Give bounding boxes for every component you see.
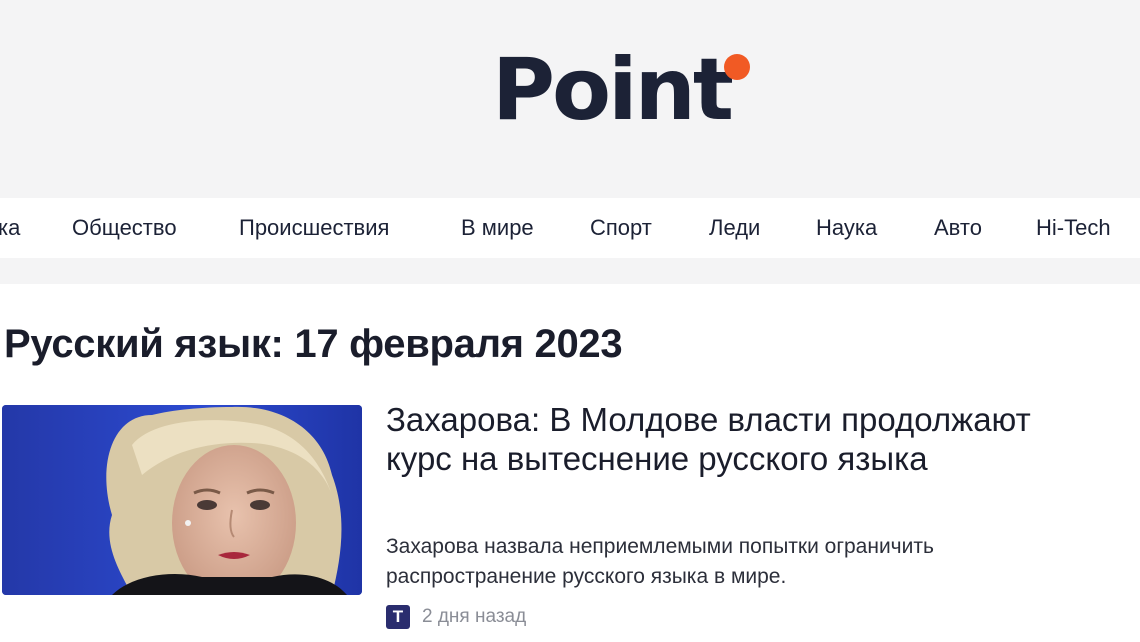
category-nav: ка Общество Происшествия В мире Спорт Ле… — [0, 198, 1140, 258]
logo-text: Point — [492, 40, 734, 140]
nav-item-sport[interactable]: Спорт — [590, 198, 652, 258]
article-image[interactable] — [2, 405, 362, 595]
nav-item-partial[interactable]: ка — [0, 198, 20, 258]
article-title[interactable]: Захарова: В Молдове власти продолжают ку… — [386, 400, 1046, 478]
site-header: Point — [0, 0, 1140, 198]
portrait-photo — [2, 405, 362, 595]
page-title: Русский язык: 17 февраля 2023 — [4, 322, 623, 366]
nav-divider — [0, 258, 1140, 284]
nav-item-science[interactable]: Наука — [816, 198, 877, 258]
nav-item-incidents[interactable]: Происшествия — [239, 198, 389, 258]
logo-dot — [724, 54, 750, 80]
source-logo-icon[interactable]: T — [386, 605, 410, 629]
nav-item-world[interactable]: В мире — [461, 198, 534, 258]
nav-item-lady[interactable]: Леди — [709, 198, 760, 258]
article-timestamp: 2 дня назад — [422, 606, 527, 627]
nav-item-society[interactable]: Общество — [72, 198, 177, 258]
nav-item-hitech[interactable]: Hi-Tech — [1036, 198, 1111, 258]
article-lead: Захарова назвала неприемлемыми попытки о… — [386, 535, 934, 588]
nav-item-auto[interactable]: Авто — [934, 198, 982, 258]
